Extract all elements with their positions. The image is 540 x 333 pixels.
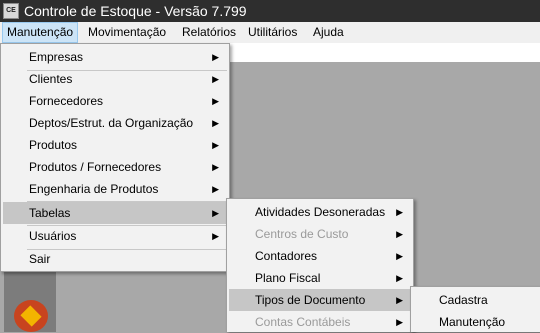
menu-item-label: Cadastra — [439, 293, 488, 307]
submenu-arrow-icon: ▶ — [396, 317, 403, 327]
submenu-arrow-icon: ▶ — [212, 74, 219, 84]
menu-item-label: Plano Fiscal — [255, 271, 321, 285]
window-title: Controle de Estoque - Versão 7.799 — [24, 3, 247, 19]
submenu-arrow-icon: ▶ — [212, 208, 219, 218]
menu-tabelas-submenu: Atividades Desoneradas ▶ Centros de Cust… — [226, 198, 414, 332]
submenu-arrow-icon: ▶ — [396, 229, 403, 239]
submenu-arrow-icon: ▶ — [212, 140, 219, 150]
menu-item-label: Deptos/Estrut. da Organização — [29, 116, 194, 130]
menu-item-plano-fiscal[interactable]: Plano Fiscal ▶ — [229, 267, 411, 289]
menu-item-label: Atividades Desoneradas — [255, 205, 386, 219]
menu-manutencao-dropdown: Empresas ▶ Clientes ▶ Fornecedores ▶ Dep… — [0, 43, 230, 272]
menu-item-centros-de-custo: Centros de Custo ▶ — [229, 223, 411, 245]
menu-item-label: Contadores — [255, 249, 318, 263]
submenu-arrow-icon: ▶ — [212, 118, 219, 128]
menu-item-label: Tabelas — [29, 206, 71, 220]
submenu-arrow-icon: ▶ — [212, 184, 219, 194]
submenu-arrow-icon: ▶ — [212, 162, 219, 172]
menu-item-manutencao[interactable]: Manutenção — [413, 311, 538, 333]
submenu-arrow-icon: ▶ — [396, 207, 403, 217]
submenu-arrow-icon: ▶ — [396, 295, 403, 305]
menu-item-clientes[interactable]: Clientes ▶ — [3, 68, 227, 90]
menu-item-label: Sair — [29, 252, 51, 266]
menu-item-empresas[interactable]: Empresas ▶ — [3, 46, 227, 68]
logo-shape — [20, 305, 42, 327]
title-bar: CE Controle de Estoque - Versão 7.799 — [0, 0, 540, 22]
menu-item-fornecedores[interactable]: Fornecedores ▶ — [3, 90, 227, 112]
menu-item-contadores[interactable]: Contadores ▶ — [229, 245, 411, 267]
menu-item-produtos-fornecedores[interactable]: Produtos / Fornecedores ▶ — [3, 156, 227, 178]
menu-manutencao[interactable]: Manutenção — [2, 22, 79, 43]
menu-item-label: Engenharia de Produtos — [29, 182, 159, 196]
menu-tipos-documento-submenu: Cadastra Manutenção — [410, 286, 540, 332]
menu-relatorios[interactable]: Relatórios — [178, 22, 240, 43]
menu-item-label: Produtos — [29, 138, 78, 152]
submenu-arrow-icon: ▶ — [396, 251, 403, 261]
submenu-arrow-icon: ▶ — [396, 273, 403, 283]
menu-item-label: Empresas — [29, 50, 84, 64]
menu-movimentacao[interactable]: Movimentação — [84, 22, 170, 43]
menu-item-sair[interactable]: Sair — [3, 248, 227, 270]
menu-item-contas-contabeis: Contas Contábeis ▶ — [229, 311, 411, 333]
menu-item-label: Manutenção — [439, 315, 506, 329]
menu-item-label: Contas Contábeis — [255, 315, 351, 329]
menu-item-cadastra[interactable]: Cadastra — [413, 289, 538, 311]
menu-item-produtos[interactable]: Produtos ▶ — [3, 134, 227, 156]
menu-item-label: Usuários — [29, 229, 77, 243]
menu-item-tabelas[interactable]: Tabelas ▶ — [3, 202, 227, 224]
app-icon[interactable]: CE — [3, 3, 19, 19]
submenu-arrow-icon: ▶ — [212, 52, 219, 62]
menu-ajuda[interactable]: Ajuda — [309, 22, 348, 43]
submenu-arrow-icon: ▶ — [212, 231, 219, 241]
menu-item-atividades-desoneradas[interactable]: Atividades Desoneradas ▶ — [229, 201, 411, 223]
menu-bar: Manutenção Movimentação Relatórios Utili… — [0, 22, 540, 43]
menu-item-deptos[interactable]: Deptos/Estrut. da Organização ▶ — [3, 112, 227, 134]
menu-item-usuarios[interactable]: Usuários ▶ — [3, 225, 227, 247]
menu-item-engenharia[interactable]: Engenharia de Produtos ▶ — [3, 178, 227, 200]
menu-item-label: Centros de Custo — [255, 227, 349, 241]
logo-icon[interactable] — [14, 300, 48, 332]
menu-item-tipos-de-documento[interactable]: Tipos de Documento ▶ — [229, 289, 411, 311]
submenu-arrow-icon: ▶ — [212, 96, 219, 106]
menu-item-label: Tipos de Documento — [255, 293, 366, 307]
menu-item-label: Clientes — [29, 72, 73, 86]
menu-item-label: Produtos / Fornecedores — [29, 160, 162, 174]
menu-utilitarios[interactable]: Utilitários — [244, 22, 301, 43]
menu-item-label: Fornecedores — [29, 94, 104, 108]
